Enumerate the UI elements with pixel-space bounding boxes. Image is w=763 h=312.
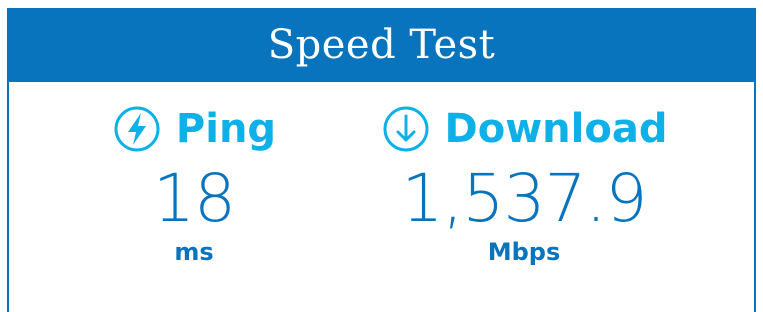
- ping-value: 18: [153, 160, 236, 237]
- lightning-bolt-icon: [112, 104, 162, 154]
- download-unit: Mbps: [487, 238, 561, 266]
- download-value: 1,537.9: [401, 160, 648, 237]
- page-title: Speed Test: [267, 22, 496, 68]
- download-header: Download: [359, 100, 689, 158]
- download-label: Download: [444, 106, 668, 152]
- speed-test-card: Speed Test Ping 18 ms Download 1,537.9 M…: [7, 8, 756, 312]
- ping-unit: ms: [174, 238, 214, 266]
- ping-metric: Ping 18 ms: [89, 100, 299, 266]
- arrow-down-circle-icon: [381, 104, 431, 154]
- header-bar: Speed Test: [9, 8, 754, 82]
- download-metric: Download 1,537.9 Mbps: [359, 100, 689, 266]
- ping-header: Ping: [89, 100, 299, 158]
- ping-label: Ping: [175, 106, 277, 152]
